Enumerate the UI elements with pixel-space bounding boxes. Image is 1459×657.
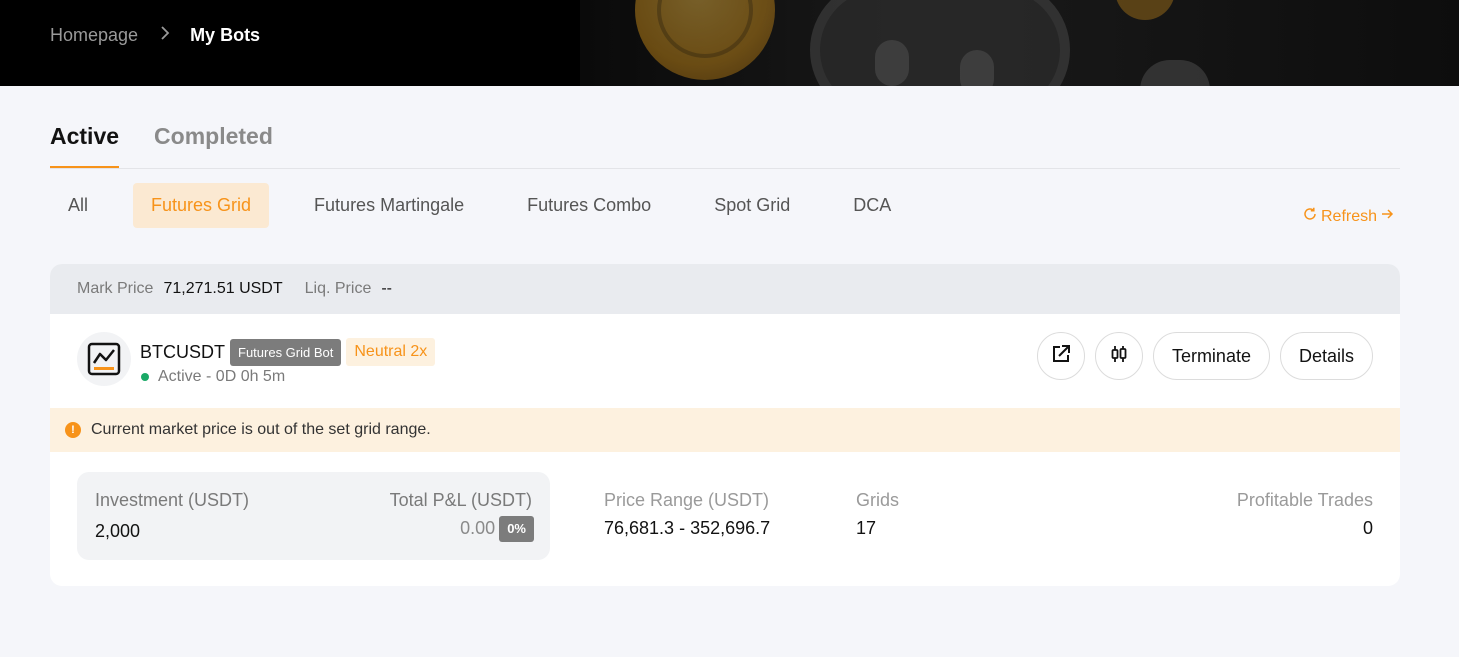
profitable-trades-label: Profitable Trades xyxy=(1236,490,1373,510)
warning-text: Current market price is out of the set g… xyxy=(91,421,431,438)
main-tabs: Active Completed xyxy=(50,112,1400,169)
bot-type-tabs: All Futures Grid Futures Martingale Futu… xyxy=(50,183,936,228)
price-range-value: 76,681.3 - 352,696.7 xyxy=(604,518,771,538)
subtab-futures-combo[interactable]: Futures Combo xyxy=(509,183,669,228)
breadcrumb: Homepage My Bots xyxy=(50,25,260,46)
price-range-label: Price Range (USDT) xyxy=(604,490,770,510)
status-dot-icon xyxy=(141,373,149,381)
subtab-futures-martingale[interactable]: Futures Martingale xyxy=(296,183,482,228)
liq-price-value: -- xyxy=(381,280,392,297)
bot-status: Active - 0D 0h 5m xyxy=(141,368,285,386)
bot-title: BTCUSDT Futures Grid Bot Neutral 2x xyxy=(140,338,436,366)
subtab-dca[interactable]: DCA xyxy=(835,183,909,228)
candlestick-icon xyxy=(1109,344,1129,369)
status-text: Active - 0D 0h 5m xyxy=(158,368,286,385)
bot-actions: Terminate Details xyxy=(1036,332,1373,380)
breadcrumb-current: My Bots xyxy=(190,25,261,45)
refresh-label: Refresh xyxy=(1321,207,1378,225)
share-icon xyxy=(1050,343,1072,370)
bot-info-row: BTCUSDT Futures Grid Bot Neutral 2x Acti… xyxy=(50,314,1400,408)
details-button[interactable]: Details xyxy=(1279,332,1373,380)
investment-pnl-box: Investment (USDT) 2,000 Total P&L (USDT)… xyxy=(77,472,550,560)
mark-price-value: 71,271.51 USDT xyxy=(163,280,283,297)
pnl-label: Total P&L (USDT) xyxy=(389,490,532,510)
chart-view-button[interactable] xyxy=(1094,332,1143,380)
grids-label: Grids xyxy=(856,490,900,510)
trading-pair: BTCUSDT xyxy=(140,341,225,362)
pnl-value: 0.00 xyxy=(460,517,496,538)
liq-price-label: Liq. Price xyxy=(304,280,372,297)
robot-illustration xyxy=(810,0,1070,86)
refresh-button[interactable]: Refresh xyxy=(1302,206,1394,227)
pnl-value-group: 0.00 0% xyxy=(460,516,534,542)
mark-price-label: Mark Price xyxy=(77,280,154,297)
subtab-all[interactable]: All xyxy=(50,183,106,228)
subtab-spot-grid[interactable]: Spot Grid xyxy=(696,183,808,228)
bot-stats: Investment (USDT) 2,000 Total P&L (USDT)… xyxy=(50,452,1400,586)
page-header: Homepage My Bots xyxy=(0,0,1459,86)
chart-icon xyxy=(77,332,131,386)
share-button[interactable] xyxy=(1036,332,1085,380)
mode-badge: Neutral 2x xyxy=(346,338,436,366)
investment-value: 2,000 xyxy=(95,521,141,541)
price-bar: Mark Price 71,271.51 USDT Liq. Price -- xyxy=(50,264,1400,314)
arrow-right-icon xyxy=(1380,207,1394,226)
refresh-icon xyxy=(1302,206,1318,227)
warning-banner: ! Current market price is out of the set… xyxy=(50,408,1400,452)
tab-completed[interactable]: Completed xyxy=(154,112,273,168)
warning-icon: ! xyxy=(65,422,81,438)
bot-type-badge: Futures Grid Bot xyxy=(230,338,342,366)
bot-card: Mark Price 71,271.51 USDT Liq. Price -- … xyxy=(50,264,1400,586)
breadcrumb-homepage-link[interactable]: Homepage xyxy=(50,25,138,46)
tab-active[interactable]: Active xyxy=(50,112,120,168)
chevron-right-icon xyxy=(160,25,170,46)
investment-label: Investment (USDT) xyxy=(95,490,250,510)
terminate-button[interactable]: Terminate xyxy=(1152,332,1270,380)
grids-value: 17 xyxy=(856,518,877,538)
profitable-trades-value: 0 xyxy=(1362,518,1373,538)
pnl-percent-badge: 0% xyxy=(499,516,534,542)
subtab-futures-grid[interactable]: Futures Grid xyxy=(133,183,270,228)
